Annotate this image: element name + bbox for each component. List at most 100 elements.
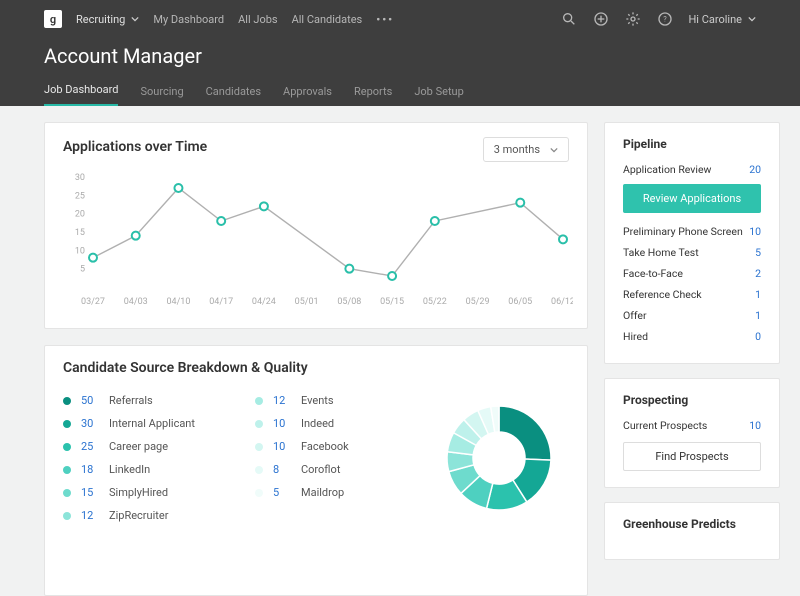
source-color-dot bbox=[255, 466, 263, 474]
pipeline-stage: Offer 1 bbox=[623, 305, 761, 326]
source-label: LinkedIn bbox=[109, 463, 150, 476]
chart-card-header: Applications over Time 3 months bbox=[63, 137, 569, 162]
review-applications-button[interactable]: Review Applications bbox=[623, 184, 761, 213]
svg-text:04/24: 04/24 bbox=[252, 297, 276, 307]
pipeline-stage-label: Take Home Test bbox=[623, 246, 699, 259]
title-row: Account Manager bbox=[0, 38, 800, 74]
source-color-dot bbox=[63, 443, 71, 451]
pipeline-stage: Face-to-Face 2 bbox=[623, 263, 761, 284]
help-icon[interactable]: ? bbox=[656, 10, 674, 28]
pipeline-stage: Reference Check1 bbox=[623, 284, 761, 305]
svg-text:05/08: 05/08 bbox=[337, 297, 361, 307]
tab-job-dashboard[interactable]: Job Dashboard bbox=[44, 83, 118, 106]
svg-text:05/01: 05/01 bbox=[295, 297, 319, 307]
add-icon[interactable] bbox=[592, 10, 610, 28]
source-donut-chart bbox=[439, 398, 559, 518]
source-count: 10 bbox=[273, 440, 291, 453]
svg-text:?: ? bbox=[664, 15, 668, 24]
app-switcher[interactable]: Recruiting bbox=[76, 13, 139, 26]
chart-title: Applications over Time bbox=[63, 139, 207, 155]
pipeline-stage-count: 1 bbox=[755, 288, 761, 301]
source-item: 25Career page bbox=[63, 440, 195, 453]
main-column: Applications over Time 3 months 51015202… bbox=[44, 122, 588, 596]
source-item: 50Referrals bbox=[63, 394, 195, 407]
nav-all-jobs[interactable]: All Jobs bbox=[238, 13, 277, 26]
chevron-down-icon bbox=[748, 15, 756, 23]
applications-line-chart: 5101520253003/2704/0304/1004/1704/2405/0… bbox=[63, 162, 573, 312]
tab-sourcing[interactable]: Sourcing bbox=[140, 85, 183, 106]
pipeline-stage-count: 20 bbox=[749, 163, 761, 176]
prospecting-title: Prospecting bbox=[623, 393, 761, 407]
source-label: Facebook bbox=[301, 440, 349, 453]
pipeline-title: Pipeline bbox=[623, 137, 761, 151]
source-label: Indeed bbox=[301, 417, 334, 430]
side-column: Pipeline Application Review20Review Appl… bbox=[604, 122, 780, 596]
app-window: g Recruiting My Dashboard All Jobs All C… bbox=[0, 0, 800, 596]
pipeline-stage-count: 10 bbox=[749, 225, 761, 238]
source-item: 10 Indeed bbox=[255, 417, 349, 430]
source-label: SimplyHired bbox=[109, 486, 168, 499]
source-count: 10 bbox=[273, 417, 291, 430]
nav-more[interactable]: ••• bbox=[376, 13, 394, 26]
svg-text:04/03: 04/03 bbox=[124, 297, 148, 307]
source-item: 15 SimplyHired bbox=[63, 486, 195, 499]
svg-text:06/12: 06/12 bbox=[551, 297, 573, 307]
pipeline-stage-label: Application Review bbox=[623, 163, 711, 176]
pipeline-stage: Hired0 bbox=[623, 326, 761, 347]
source-item: 12 Events bbox=[255, 394, 349, 407]
svg-text:25: 25 bbox=[75, 191, 85, 201]
user-greeting: Hi Caroline bbox=[688, 13, 742, 26]
tab-job-setup[interactable]: Job Setup bbox=[414, 85, 463, 106]
search-icon[interactable] bbox=[560, 10, 578, 28]
pipeline-stage-count: 2 bbox=[755, 267, 761, 280]
source-item: 18LinkedIn bbox=[63, 463, 195, 476]
current-prospects-label: Current Prospects bbox=[623, 419, 707, 432]
source-lists: 50Referrals 30 Internal Applicant 25Career … bbox=[63, 394, 349, 522]
source-item: 8Coroflot bbox=[255, 463, 349, 476]
source-label: Events bbox=[301, 394, 334, 407]
source-label: Internal Applicant bbox=[109, 417, 195, 430]
pipeline-stage-label: Face-to-Face bbox=[623, 267, 683, 280]
source-item: 5Maildrop bbox=[255, 486, 349, 499]
find-prospects-button[interactable]: Find Prospects bbox=[623, 442, 761, 471]
source-label: Referrals bbox=[109, 394, 153, 407]
source-color-dot bbox=[63, 420, 71, 428]
pipeline-stage-label: Offer bbox=[623, 309, 647, 322]
svg-text:05/22: 05/22 bbox=[423, 297, 447, 307]
topbar-nav: g Recruiting My Dashboard All Jobs All C… bbox=[0, 0, 800, 38]
pipeline-stage-count: 0 bbox=[755, 330, 761, 343]
applications-chart-card: Applications over Time 3 months 51015202… bbox=[44, 122, 588, 329]
source-count: 15 bbox=[81, 486, 99, 499]
svg-text:20: 20 bbox=[75, 210, 85, 220]
source-label: Maildrop bbox=[301, 486, 344, 499]
gear-icon[interactable] bbox=[624, 10, 642, 28]
nav-all-candidates[interactable]: All Candidates bbox=[292, 13, 363, 26]
app-logo[interactable]: g bbox=[44, 10, 62, 28]
pipeline-stage: Take Home Test 5 bbox=[623, 242, 761, 263]
source-count: 12 bbox=[81, 509, 99, 522]
source-item: 12ZipRecruiter bbox=[63, 509, 195, 522]
source-breakdown-card: Candidate Source Breakdown & Quality 50R… bbox=[44, 345, 588, 596]
source-count: 8 bbox=[273, 463, 291, 476]
source-count: 12 bbox=[273, 394, 291, 407]
pipeline-stage: Application Review 20 bbox=[623, 159, 761, 180]
source-color-dot bbox=[255, 420, 263, 428]
date-range-select[interactable]: 3 months bbox=[483, 137, 569, 162]
tab-approvals[interactable]: Approvals bbox=[283, 85, 332, 106]
svg-text:10: 10 bbox=[75, 246, 85, 256]
nav-my-dashboard[interactable]: My Dashboard bbox=[153, 13, 224, 26]
source-item: 10 Facebook bbox=[255, 440, 349, 453]
pipeline-stage-count: 1 bbox=[755, 309, 761, 322]
pipeline-card: Pipeline Application Review20Review Appl… bbox=[604, 122, 780, 364]
svg-text:05/29: 05/29 bbox=[466, 297, 490, 307]
pipeline-stage-label: Preliminary Phone Screen bbox=[623, 225, 743, 238]
source-color-dot bbox=[63, 512, 71, 520]
tab-candidates[interactable]: Candidates bbox=[206, 85, 261, 106]
prospecting-card: Prospecting Current Prospects 10 Find Pr… bbox=[604, 378, 780, 488]
svg-text:05/15: 05/15 bbox=[380, 297, 404, 307]
body: Applications over Time 3 months 51015202… bbox=[0, 106, 800, 596]
tab-reports[interactable]: Reports bbox=[354, 85, 392, 106]
user-menu[interactable]: Hi Caroline bbox=[688, 13, 756, 26]
source-count: 30 bbox=[81, 417, 99, 430]
pipeline-stage-count: 5 bbox=[755, 246, 761, 259]
